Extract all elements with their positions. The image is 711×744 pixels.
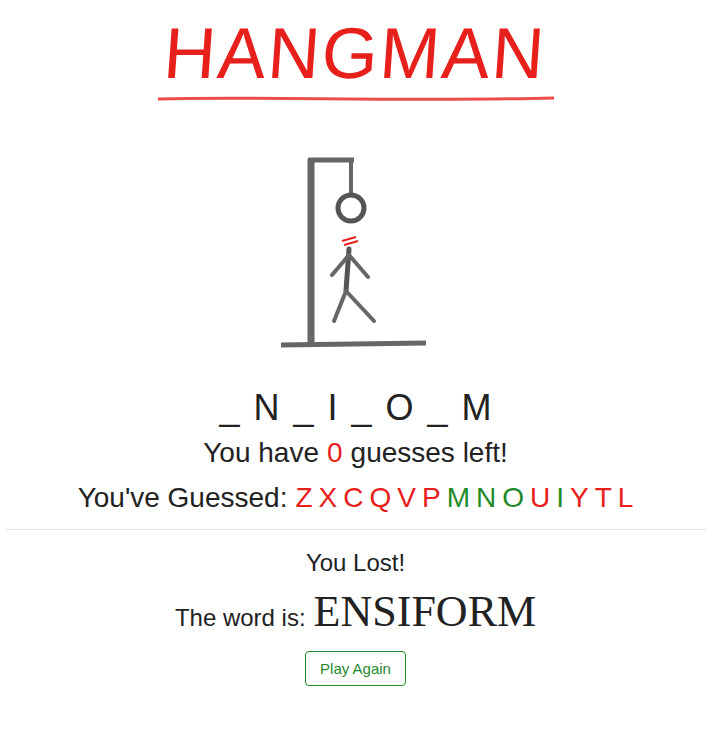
guessed-list: ZXCQVPMNOUIYTL (295, 480, 633, 515)
word-letter: _ (428, 386, 448, 429)
guesses-left: You have0guesses left! (203, 435, 508, 470)
gallows-icon (276, 151, 436, 356)
play-again-button[interactable]: Play Again (305, 651, 406, 686)
logo: HANGMAN (156, 14, 556, 105)
hangman-leg (346, 291, 374, 321)
word-label: The word is: (175, 603, 306, 633)
guessed-letter: P (422, 480, 441, 515)
guessed-letter: N (476, 480, 496, 515)
hangman-leg (334, 291, 346, 321)
guessed-letter: C (343, 480, 363, 515)
word-letter: O (386, 386, 414, 429)
answer-word: ENSIFORM (314, 584, 537, 639)
hangman-arm (332, 255, 349, 275)
guessed-letter: U (530, 480, 550, 515)
word-letter: _ (352, 386, 372, 429)
result-text: You Lost! (306, 548, 405, 578)
word-pattern: _ N _ I _ O _ M (219, 386, 491, 429)
logo-title: HANGMAN (162, 14, 550, 93)
word-letter: M (462, 386, 492, 429)
logo-underline-icon (156, 93, 556, 105)
guessed-letter: Z (295, 480, 312, 515)
word-letter: _ (219, 386, 239, 429)
guesses-left-after: guesses left! (351, 435, 508, 470)
guessed-letter: M (447, 480, 470, 515)
guessed-letter: T (595, 480, 612, 515)
divider (6, 529, 706, 530)
guessed-letter: Q (369, 480, 391, 515)
guessed-label: You've Guessed: (78, 480, 288, 515)
word-letter: N (253, 386, 279, 429)
hangman-arm (349, 255, 368, 277)
guessed-letter: X (319, 480, 338, 515)
result-message: You Lost! (306, 548, 405, 578)
result-word: The word is: ENSIFORM (175, 584, 536, 639)
guesses-left-before: You have (203, 435, 319, 470)
guessed-letter: Y (570, 480, 589, 515)
guessed-letter: V (397, 480, 416, 515)
guessed-letter: I (556, 480, 564, 515)
hangman-page: HANGMAN_N_I_O_MYou have0guesses left!You… (0, 0, 711, 686)
guesses-left-count: 0 (327, 435, 343, 470)
word-letter: _ (293, 386, 313, 429)
blood-icon (342, 237, 358, 245)
hangman-head (338, 195, 364, 221)
guessed-letter: L (618, 480, 634, 515)
word-letter: I (327, 386, 337, 429)
guessed-letter: O (502, 480, 524, 515)
guessed-letters: You've Guessed:ZXCQVPMNOUIYTL (78, 480, 634, 515)
